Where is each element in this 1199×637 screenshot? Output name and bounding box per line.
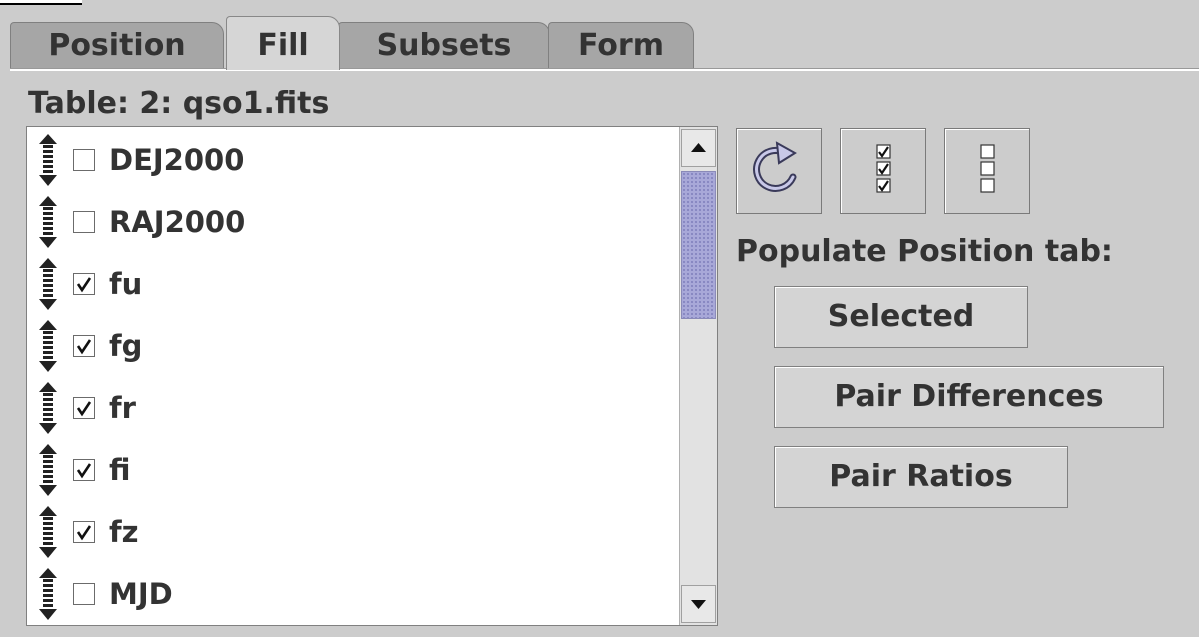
column-checkbox[interactable] <box>73 149 95 171</box>
column-checkbox[interactable] <box>73 459 95 481</box>
column-name: fi <box>109 453 131 487</box>
drag-handle-icon[interactable] <box>35 257 61 311</box>
check-all-icon <box>876 144 891 193</box>
scroll-up-button[interactable] <box>681 129 716 167</box>
column-name: fu <box>109 267 143 301</box>
tab-position[interactable]: Position <box>10 22 224 68</box>
column-name: RAJ2000 <box>109 205 246 239</box>
scroll-down-button[interactable] <box>681 585 716 623</box>
checkmark-icon <box>76 463 92 479</box>
arrow-up-icon <box>691 143 706 152</box>
list-item[interactable]: fi <box>27 439 677 501</box>
tab-form[interactable]: Form <box>548 22 694 68</box>
tab-separator <box>10 68 1199 71</box>
column-checkbox[interactable] <box>73 273 95 295</box>
pair-differences-button[interactable]: Pair Differences <box>774 366 1164 428</box>
select-all-button[interactable] <box>840 128 926 214</box>
column-checkbox[interactable] <box>73 211 95 233</box>
checkmark-icon <box>76 277 92 293</box>
column-checkbox[interactable] <box>73 521 95 543</box>
tab-bar: Position Fill Subsets Form <box>10 16 1199 70</box>
drag-handle-icon[interactable] <box>35 195 61 249</box>
refresh-icon <box>753 141 797 192</box>
list-item[interactable]: fr <box>27 377 677 439</box>
table-label: Table: 2: qso1.fits <box>28 86 330 121</box>
list-item[interactable]: MJD <box>27 563 677 625</box>
vertical-scrollbar[interactable] <box>679 127 717 625</box>
column-name: fg <box>109 329 143 363</box>
selected-button[interactable]: Selected <box>774 286 1028 348</box>
arrow-down-icon <box>691 600 706 609</box>
window-top-edge <box>0 0 82 5</box>
column-checkbox[interactable] <box>73 583 95 605</box>
uncheck-all-icon <box>980 144 995 193</box>
drag-handle-icon[interactable] <box>35 381 61 435</box>
drag-handle-icon[interactable] <box>35 443 61 497</box>
list-item[interactable]: RAJ2000 <box>27 191 677 253</box>
drag-handle-icon[interactable] <box>35 567 61 621</box>
pair-ratios-button[interactable]: Pair Ratios <box>774 446 1068 508</box>
refresh-button[interactable] <box>736 128 822 214</box>
column-name: DEJ2000 <box>109 143 245 177</box>
column-name: fr <box>109 391 136 425</box>
column-name: MJD <box>109 577 173 611</box>
drag-handle-icon[interactable] <box>35 319 61 373</box>
checkmark-icon <box>76 525 92 541</box>
checkmark-icon <box>76 339 92 355</box>
populate-label: Populate Position tab: <box>736 234 1113 269</box>
drag-handle-icon[interactable] <box>35 505 61 559</box>
list-item[interactable]: fz <box>27 501 677 563</box>
select-none-button[interactable] <box>944 128 1030 214</box>
column-list[interactable]: DEJ2000 RAJ2000 fu fg fr fi fz MJD <box>27 127 679 625</box>
column-checkbox[interactable] <box>73 397 95 419</box>
drag-handle-icon[interactable] <box>35 133 61 187</box>
column-checkbox[interactable] <box>73 335 95 357</box>
scroll-thumb[interactable] <box>681 171 716 319</box>
column-name: fz <box>109 515 139 549</box>
list-item[interactable]: fu <box>27 253 677 315</box>
column-list-panel: DEJ2000 RAJ2000 fu fg fr fi fz MJD <box>26 126 718 626</box>
checkmark-icon <box>76 401 92 417</box>
tab-fill[interactable]: Fill <box>226 16 340 70</box>
tab-subsets[interactable]: Subsets <box>338 22 550 68</box>
list-item[interactable]: fg <box>27 315 677 377</box>
list-item[interactable]: DEJ2000 <box>27 129 677 191</box>
